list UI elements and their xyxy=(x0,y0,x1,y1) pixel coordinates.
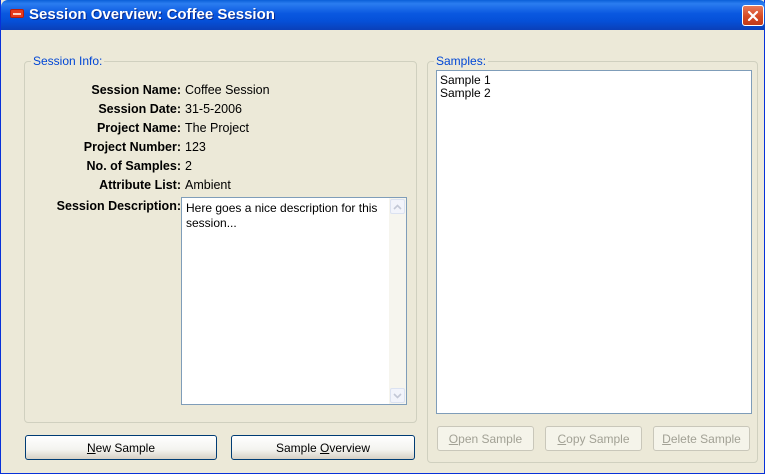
session-name-value: Coffee Session xyxy=(185,83,270,97)
session-description-textarea[interactable]: Here goes a nice description for this se… xyxy=(181,197,407,405)
session-info-group-title: Session Info: xyxy=(31,54,105,68)
session-overview-window: Session Overview: Coffee Session Session… xyxy=(0,0,765,474)
project-number-row: Project Number: 123 xyxy=(25,139,425,155)
delete-sample-label: Delete Sample xyxy=(662,431,741,446)
session-name-row: Session Name: Coffee Session xyxy=(25,82,425,98)
sample-overview-label: Sample Overview xyxy=(275,440,371,455)
open-sample-button[interactable]: Open Sample xyxy=(437,426,534,451)
new-sample-label: New Sample xyxy=(86,440,156,455)
project-number-label: Project Number: xyxy=(83,140,181,154)
open-sample-label: Open Sample xyxy=(448,431,523,446)
window-title: Session Overview: Coffee Session xyxy=(29,6,275,23)
scroll-down-button[interactable] xyxy=(390,388,405,403)
session-description-label: Session Description: xyxy=(56,199,181,213)
project-number-value: 123 xyxy=(185,140,206,154)
project-name-row: Project Name: The Project xyxy=(25,120,425,136)
samples-listbox[interactable]: Sample 1 Sample 2 xyxy=(436,70,752,414)
no-of-samples-label: No. of Samples: xyxy=(86,159,181,173)
session-description-text: Here goes a nice description for this se… xyxy=(186,201,378,230)
title-bar[interactable]: Session Overview: Coffee Session xyxy=(1,0,765,30)
new-sample-button[interactable]: New Sample xyxy=(25,435,217,460)
chevron-down-icon xyxy=(393,392,402,399)
project-name-label: Project Name: xyxy=(96,121,181,135)
project-name-value: The Project xyxy=(185,121,249,135)
session-info-group: Session Info: Session Name: Coffee Sessi… xyxy=(24,54,417,423)
session-date-row: Session Date: 31-5-2006 xyxy=(25,101,425,117)
scroll-up-button[interactable] xyxy=(390,199,405,214)
sample-overview-button[interactable]: Sample Overview xyxy=(231,435,415,460)
description-scrollbar[interactable] xyxy=(389,198,406,404)
delete-sample-button[interactable]: Delete Sample xyxy=(653,426,750,451)
samples-group-title: Samples: xyxy=(434,54,489,68)
session-name-label: Session Name: xyxy=(91,83,181,97)
attribute-list-label: Attribute List: xyxy=(99,178,181,192)
app-icon xyxy=(10,9,24,18)
session-date-label: Session Date: xyxy=(98,102,181,116)
chevron-up-icon xyxy=(393,203,402,210)
attribute-list-value: Ambient xyxy=(185,178,231,192)
copy-sample-label: Copy Sample xyxy=(557,431,630,446)
session-date-value: 31-5-2006 xyxy=(185,102,242,116)
close-icon xyxy=(747,10,759,21)
list-item[interactable]: Sample 2 xyxy=(440,87,491,100)
no-of-samples-value: 2 xyxy=(185,159,192,173)
close-button[interactable] xyxy=(742,5,764,26)
attribute-list-row: Attribute List: Ambient xyxy=(25,177,425,193)
samples-group: Samples: Sample 1 Sample 2 xyxy=(427,54,758,463)
copy-sample-button[interactable]: Copy Sample xyxy=(545,426,642,451)
no-of-samples-row: No. of Samples: 2 xyxy=(25,158,425,174)
